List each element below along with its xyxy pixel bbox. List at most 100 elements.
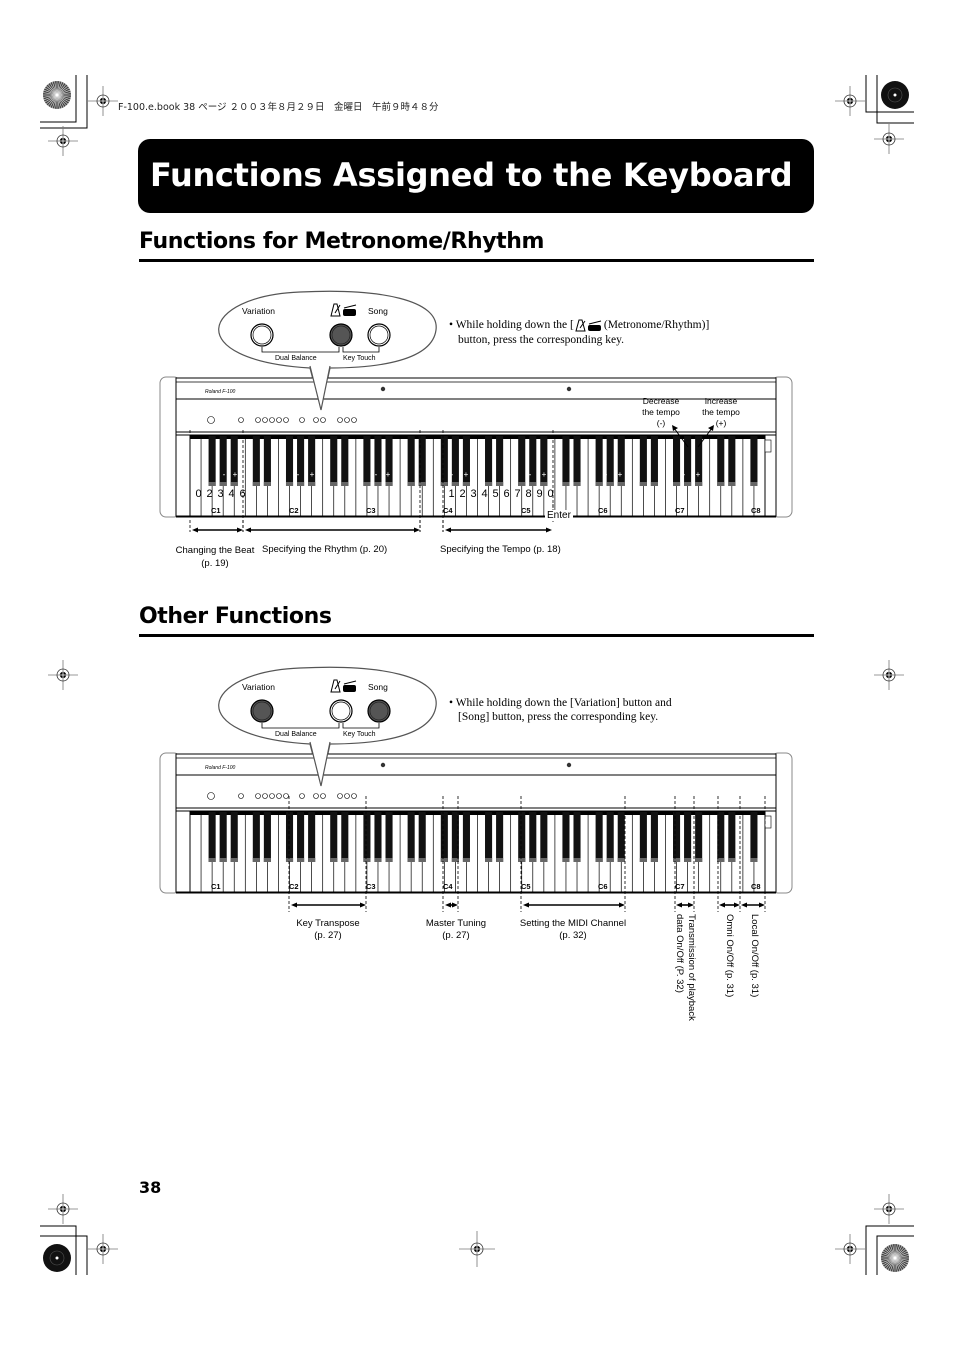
- black-key-edge: [219, 858, 227, 862]
- black-key: [728, 812, 736, 862]
- arrowhead: [619, 902, 625, 908]
- black-key-edge: [728, 858, 736, 862]
- range-local: Local On/Off (p. 31): [749, 914, 760, 998]
- metronome-rhythm-button: [329, 699, 353, 723]
- black-key-edge: [308, 858, 316, 862]
- black-key-edge: [418, 858, 426, 862]
- black-key-edge: [208, 858, 216, 862]
- black-key: [750, 812, 758, 862]
- arrowhead: [688, 902, 694, 908]
- black-key: [252, 812, 260, 862]
- keyboard-diagram-other: Roland F-100: [159, 666, 793, 912]
- black-key: [374, 812, 382, 862]
- black-key: [695, 812, 703, 862]
- black-key: [684, 812, 692, 862]
- black-key-edge: [263, 858, 271, 862]
- black-key: [496, 812, 504, 862]
- dual-balance-label: Dual Balance: [275, 731, 317, 738]
- black-key: [639, 812, 647, 862]
- piano-side-knob: [764, 815, 772, 829]
- octave-label-c2: C2: [289, 882, 299, 891]
- octave-label-c6: C6: [598, 882, 608, 891]
- black-key-edge: [363, 858, 371, 862]
- song-label: Song: [368, 682, 388, 692]
- page-number: 38: [139, 1178, 162, 1197]
- black-key: [462, 812, 470, 862]
- arrowhead: [676, 902, 682, 908]
- black-key-edge: [385, 858, 393, 862]
- black-key-edge: [330, 858, 338, 862]
- black-key: [285, 812, 294, 862]
- black-key: [308, 812, 316, 862]
- octave-label-c7: C7: [675, 882, 685, 891]
- panel-screw: [380, 762, 386, 768]
- range-label: data On/Off (P. 32): [674, 914, 685, 993]
- range-label: Master Tuning: [425, 918, 487, 929]
- black-key-edge: [673, 858, 681, 862]
- black-key-edge: [573, 858, 581, 862]
- key-touch-label: Key Touch: [343, 731, 376, 738]
- octave-label-c1: C1: [211, 882, 221, 891]
- black-key-edge: [617, 858, 625, 862]
- black-key-edge: [407, 858, 415, 862]
- panel-screw: [566, 762, 572, 768]
- black-key: [573, 812, 581, 862]
- black-key: [518, 812, 526, 862]
- octave-label-c8: C8: [751, 882, 761, 891]
- black-key-edge: [252, 858, 260, 862]
- range-label: Setting the MIDI Channel: [519, 918, 627, 929]
- arrowhead: [719, 902, 725, 908]
- black-key: [673, 812, 681, 862]
- black-key-edge: [285, 858, 294, 862]
- black-key-edge: [750, 858, 758, 862]
- octave-label-c4: C4: [443, 882, 453, 891]
- arrowhead: [452, 902, 458, 908]
- range-omni: Omni On/Off (p. 31): [724, 914, 735, 998]
- range-transmission-playback: Transmission of playback data On/Off (P.…: [673, 914, 697, 1021]
- black-key: [440, 812, 448, 862]
- black-key-edge: [374, 858, 382, 862]
- song-button: [367, 699, 391, 723]
- black-key-edge: [485, 858, 493, 862]
- black-key: [418, 812, 426, 862]
- black-key: [595, 812, 603, 862]
- variation-button: [250, 699, 274, 723]
- range-label: Key Transpose: [296, 918, 360, 929]
- black-key-edge: [341, 858, 349, 862]
- black-key: [297, 812, 305, 862]
- black-key: [617, 812, 625, 862]
- range-master-tuning: Master Tuning (p. 27): [416, 918, 496, 942]
- metronome-rhythm-icon: [328, 678, 358, 694]
- black-key: [529, 812, 537, 862]
- arrowhead: [523, 902, 529, 908]
- black-key: [363, 812, 371, 862]
- black-key-edge: [496, 858, 504, 862]
- black-key-edge: [540, 858, 548, 862]
- black-key: [385, 812, 393, 862]
- arrowhead: [741, 902, 747, 908]
- black-key: [407, 812, 415, 862]
- black-key-edge: [462, 858, 470, 862]
- black-key-edge: [529, 858, 537, 862]
- arrowhead: [360, 902, 366, 908]
- arrowhead: [291, 902, 297, 908]
- black-key: [330, 812, 338, 862]
- black-key-edge: [518, 858, 526, 862]
- black-key-edge: [562, 858, 570, 862]
- black-key: [650, 812, 658, 862]
- black-key: [230, 812, 238, 862]
- black-key: [540, 812, 548, 862]
- octave-label-c3: C3: [366, 882, 376, 891]
- range-ref: (p. 27): [314, 930, 342, 941]
- arrowhead: [734, 902, 740, 908]
- black-key: [341, 812, 349, 862]
- black-key-edge: [595, 858, 603, 862]
- black-key-edge: [606, 858, 614, 862]
- arrowhead: [445, 902, 451, 908]
- range-ref: (p. 32): [559, 930, 587, 941]
- black-key: [606, 812, 614, 862]
- range-ref: (p. 27): [442, 930, 470, 941]
- black-key-edge: [639, 858, 647, 862]
- variation-label: Variation: [242, 682, 275, 692]
- instruction-other: • While holding down the [Variation] but…: [449, 697, 672, 709]
